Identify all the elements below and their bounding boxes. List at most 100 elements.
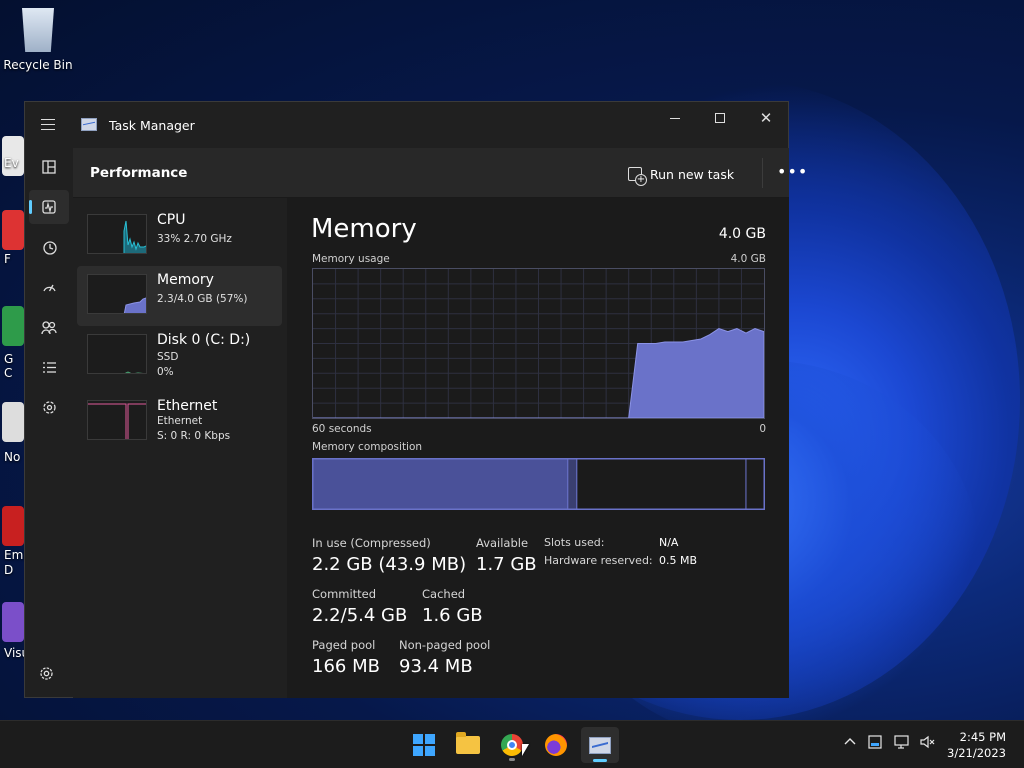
perf-item-ethernet[interactable]: Ethernet Ethernet S: 0 R: 0 Kbps xyxy=(77,392,282,452)
non-paged-pool-value: 93.4 MB xyxy=(399,656,473,677)
clock-date: 3/21/2023 xyxy=(947,746,1006,760)
desktop-shortcut-icon[interactable] xyxy=(2,602,24,642)
memory-details-panel: Memory 4.0 GB Memory usage 4.0 GB 60 sec… xyxy=(287,198,789,698)
details-icon xyxy=(42,361,56,373)
disk-thumbnail-graph xyxy=(87,334,147,374)
mouse-cursor xyxy=(522,744,529,756)
desktop-shortcut-label: D xyxy=(4,563,14,577)
close-icon: ✕ xyxy=(759,109,773,127)
paged-pool-value: 166 MB xyxy=(312,656,380,677)
ethernet-thumbnail-graph xyxy=(87,400,147,440)
show-hidden-icons-chevron[interactable] xyxy=(844,735,856,751)
taskbar-task-manager[interactable] xyxy=(581,727,619,763)
performance-icon xyxy=(42,200,56,214)
in-use-label: In use (Compressed) xyxy=(312,536,431,550)
header-divider xyxy=(762,158,763,188)
minimize-button[interactable] xyxy=(652,102,698,134)
available-value: 1.7 GB xyxy=(476,554,537,575)
memory-composition-bar xyxy=(312,458,765,510)
nav-rail xyxy=(25,148,73,698)
drive-icon xyxy=(868,735,882,749)
perf-item-disk[interactable]: Disk 0 (C: D:) SSD 0% xyxy=(77,326,282,386)
network-icon xyxy=(894,735,909,749)
memory-usage-chart xyxy=(313,269,765,419)
cached-value: 1.6 GB xyxy=(422,605,483,626)
task-manager-window: Task Manager ✕ Performance + Run new tas… xyxy=(24,101,807,698)
desktop-shortcut-label: No xyxy=(4,450,21,464)
memory-composition-label: Memory composition xyxy=(312,441,423,453)
clock-time: 2:45 PM xyxy=(959,730,1006,744)
page-title: Performance xyxy=(90,165,188,181)
tray-network[interactable] xyxy=(894,735,912,753)
composition-standby[interactable] xyxy=(576,458,747,510)
close-button[interactable]: ✕ xyxy=(743,102,789,134)
file-explorer-icon xyxy=(456,732,480,754)
desktop-shortcut-label: Ev xyxy=(4,156,19,170)
desktop-shortcut-icon[interactable] xyxy=(2,306,24,346)
perf-item-name: Ethernet xyxy=(157,398,218,414)
perf-item-detail: 33% 2.70 GHz xyxy=(157,233,232,245)
volume-muted-icon xyxy=(920,735,935,749)
nav-app-history[interactable] xyxy=(29,230,69,264)
performance-list: CPU 33% 2.70 GHz Memory 2.3/4.0 GB (57%)… xyxy=(73,198,287,698)
processes-icon xyxy=(42,160,56,174)
settings-button[interactable] xyxy=(39,666,54,685)
memory-thumbnail-graph xyxy=(87,274,147,314)
run-new-task-button[interactable]: Run new task xyxy=(628,163,735,186)
composition-in-use[interactable] xyxy=(312,458,569,510)
app-history-icon xyxy=(42,240,57,255)
run-new-task-label: Run new task xyxy=(650,166,735,182)
nav-users[interactable] xyxy=(29,310,69,344)
window-title: Task Manager xyxy=(109,118,195,133)
hamburger-icon[interactable] xyxy=(41,119,55,130)
maximize-button[interactable] xyxy=(697,102,743,134)
perf-item-detail: SSD xyxy=(157,351,179,363)
committed-value: 2.2/5.4 GB xyxy=(312,605,408,626)
services-icon xyxy=(42,400,56,414)
perf-item-detail: Ethernet xyxy=(157,415,203,427)
perf-item-name: CPU xyxy=(157,212,186,228)
nav-details[interactable] xyxy=(29,350,69,384)
cached-label: Cached xyxy=(422,587,466,601)
perf-item-cpu[interactable]: CPU 33% 2.70 GHz xyxy=(77,206,282,266)
startup-apps-icon xyxy=(42,284,56,291)
taskbar-firefox[interactable] xyxy=(537,727,575,763)
available-label: Available xyxy=(476,536,529,550)
nav-performance[interactable] xyxy=(29,190,69,224)
desktop-shortcut-icon[interactable] xyxy=(2,210,24,250)
perf-item-name: Disk 0 (C: D:) xyxy=(157,332,251,348)
page-header: Performance Run new task ••• xyxy=(73,148,807,198)
composition-free[interactable] xyxy=(745,458,765,510)
recycle-bin-shortcut[interactable]: Recycle Bin xyxy=(0,8,76,72)
maximize-icon xyxy=(715,113,725,123)
nav-processes[interactable] xyxy=(29,150,69,184)
hardware-reserved-label: Hardware reserved: xyxy=(544,554,653,567)
start-button[interactable] xyxy=(405,727,443,763)
composition-modified[interactable] xyxy=(567,458,578,510)
tray-volume[interactable] xyxy=(920,735,936,753)
taskbar-file-explorer[interactable] xyxy=(449,727,487,763)
perf-item-memory[interactable]: Memory 2.3/4.0 GB (57%) xyxy=(77,266,282,326)
running-indicator xyxy=(509,758,515,761)
slots-used-label: Slots used: xyxy=(544,536,605,549)
perf-item-detail-2: S: 0 R: 0 Kbps xyxy=(157,430,231,442)
new-task-icon xyxy=(628,167,647,186)
nav-startup-apps[interactable] xyxy=(29,270,69,304)
title-bar[interactable]: Task Manager ✕ xyxy=(25,102,788,148)
task-manager-icon xyxy=(589,736,611,754)
desktop-shortcut-label: F xyxy=(4,252,11,266)
more-options-button[interactable]: ••• xyxy=(777,162,808,181)
perf-item-detail-2: 0% xyxy=(157,366,174,378)
nav-services[interactable] xyxy=(29,390,69,424)
task-manager-app-icon xyxy=(81,118,97,131)
desktop-shortcut-label: C xyxy=(4,366,13,380)
tray-storage[interactable] xyxy=(868,735,882,753)
taskbar: 2:45 PM 3/21/2023 xyxy=(0,720,1024,768)
desktop-shortcut-icon[interactable] xyxy=(2,402,24,442)
perf-item-detail: 2.3/4.0 GB (57%) xyxy=(157,293,248,305)
hardware-reserved-value: 0.5 MB xyxy=(659,554,698,567)
system-clock[interactable]: 2:45 PM 3/21/2023 xyxy=(947,729,1006,761)
recycle-bin-label: Recycle Bin xyxy=(3,58,73,72)
memory-total: 4.0 GB xyxy=(718,226,766,242)
desktop-shortcut-icon[interactable] xyxy=(2,506,24,546)
